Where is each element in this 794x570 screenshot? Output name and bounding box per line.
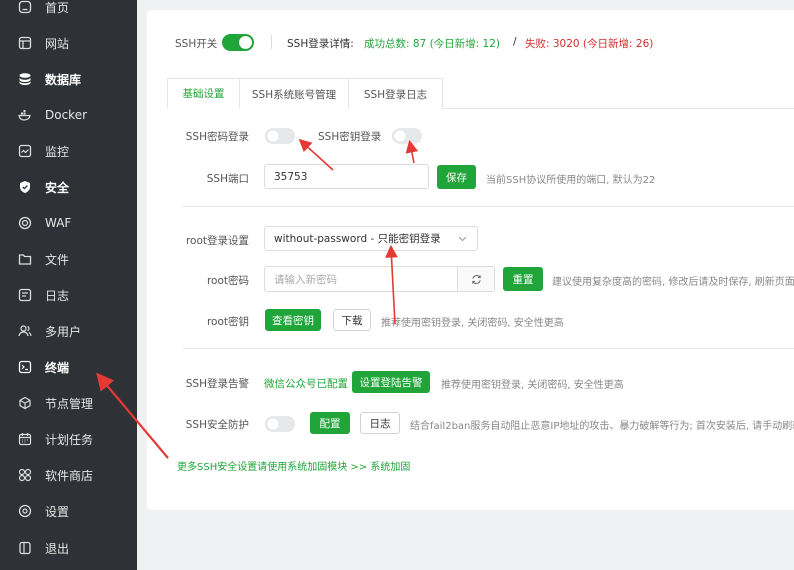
chevron-down-icon xyxy=(458,234,467,246)
root-password-input[interactable]: 请输入新密码 xyxy=(264,266,495,292)
sidebar-item-label: 数据库 xyxy=(45,72,82,87)
save-port-button[interactable]: 保存 xyxy=(437,165,476,189)
root-key-label: root密钥 xyxy=(206,316,249,328)
sidebar-item-label: 首页 xyxy=(45,0,70,15)
sidebar-item-settings[interactable]: 设置 xyxy=(0,493,137,529)
sidebar-item-security[interactable]: 安全 xyxy=(0,169,137,205)
password-login-toggle[interactable] xyxy=(265,128,295,144)
terminal-icon xyxy=(18,360,32,374)
sidebar-item-logout[interactable]: 退出 xyxy=(0,530,137,566)
set-login-alert-button[interactable]: 设置登陆告警 xyxy=(352,371,430,393)
login-fail-count: 失败: 3020 (今日新增: 26) xyxy=(525,38,654,50)
sidebar-item-logs[interactable]: 日志 xyxy=(0,277,137,313)
sidebar-item-label: 终端 xyxy=(45,360,70,375)
ssh-settings-panel: SSH开关 SSH登录详情: 成功总数: 87 (今日新增: 12) / 失败:… xyxy=(147,10,794,510)
log-icon xyxy=(18,288,32,302)
password-hint: 建议使用复杂度高的密码, 修改后请及时保存, 刷新页面 xyxy=(552,277,794,288)
ssh-switch-toggle[interactable] xyxy=(222,34,254,51)
ssh-switch-label: SSH开关 xyxy=(175,38,218,50)
sidebar-item-files[interactable]: 文件 xyxy=(0,241,137,277)
sidebar-item-docker[interactable]: Docker xyxy=(0,97,137,133)
sidebar-item-label: 设置 xyxy=(45,504,70,519)
root-login-select-value: without-password - 只能密钥登录 xyxy=(274,233,441,245)
root-login-select[interactable]: without-password - 只能密钥登录 xyxy=(264,226,478,251)
login-detail-label: SSH登录详情: xyxy=(287,38,354,50)
home-icon xyxy=(18,0,32,14)
port-value: 35753 xyxy=(274,170,308,183)
sidebar-item-label: 多用户 xyxy=(45,324,82,339)
sidebar-item-terminal[interactable]: 终端 xyxy=(0,349,137,385)
wechat-configured-link[interactable]: 微信公众号已配置 xyxy=(264,376,348,391)
sidebar-item-users[interactable]: 多用户 xyxy=(0,313,137,349)
view-key-button[interactable]: 查看密钥 xyxy=(265,309,321,331)
key-hint: 推荐使用密钥登录, 关闭密码, 安全性更高 xyxy=(381,318,564,329)
sidebar-item-label: 软件商店 xyxy=(45,468,94,483)
header-divider xyxy=(271,35,272,49)
root-password-placeholder: 请输入新密码 xyxy=(274,273,337,286)
ssh-protection-toggle[interactable] xyxy=(265,416,295,432)
sidebar-item-nodes[interactable]: 节点管理 xyxy=(0,385,137,421)
calendar-icon xyxy=(18,432,32,446)
website-icon xyxy=(18,36,32,50)
sidebar-item-label: 安全 xyxy=(45,180,70,195)
node-icon xyxy=(18,396,32,410)
tab-ssh-login-log[interactable]: SSH登录日志 xyxy=(348,78,443,109)
monitor-icon xyxy=(18,144,32,158)
gear-icon xyxy=(18,504,32,518)
protection-log-button[interactable]: 日志 xyxy=(360,412,400,434)
port-label: SSH端口 xyxy=(206,173,249,185)
stat-separator: / xyxy=(513,36,517,48)
reset-password-button[interactable]: 重置 xyxy=(503,267,543,291)
sidebar-item-home[interactable]: 首页 xyxy=(0,0,137,25)
sidebar-item-label: WAF xyxy=(45,216,72,230)
sidebar: 首页 网站 数据库 Docker 监控 安全 WAF 文件 日志 多用户 终端 xyxy=(0,0,137,570)
waf-icon xyxy=(18,216,32,230)
protection-hint: 结合fail2ban服务自动阻止恶意IP地址的攻击、暴力破解等行为; 首次安装后… xyxy=(410,421,794,432)
store-icon xyxy=(18,468,32,482)
key-login-label: SSH密钥登录 xyxy=(318,131,382,143)
sidebar-item-label: Docker xyxy=(45,108,88,122)
database-icon xyxy=(18,72,32,86)
footer-text: 更多SSH安全设置请使用系统加固模块 >> xyxy=(177,462,371,473)
download-key-button[interactable]: 下载 xyxy=(333,309,371,331)
sidebar-item-label: 节点管理 xyxy=(45,396,94,411)
sidebar-item-cron[interactable]: 计划任务 xyxy=(0,421,137,457)
protection-config-button[interactable]: 配置 xyxy=(310,412,350,434)
section-divider xyxy=(183,348,794,349)
password-login-label: SSH密码登录 xyxy=(185,131,249,143)
refresh-icon[interactable] xyxy=(457,267,494,291)
ssh-protection-label: SSH安全防护 xyxy=(185,419,249,431)
alert-hint: 推荐使用密钥登录, 关闭密码, 安全性更高 xyxy=(441,380,624,391)
ssh-alert-label: SSH登录告警 xyxy=(185,378,249,390)
sidebar-item-waf[interactable]: WAF xyxy=(0,205,137,241)
tab-ssh-accounts[interactable]: SSH系统账号管理 xyxy=(239,78,349,109)
sidebar-item-label: 退出 xyxy=(45,541,70,556)
root-password-label: root密码 xyxy=(206,275,249,287)
sidebar-item-label: 日志 xyxy=(45,288,70,303)
sidebar-item-label: 监控 xyxy=(45,144,70,159)
logout-icon xyxy=(18,541,32,555)
tab-basic-settings[interactable]: 基础设置 xyxy=(167,78,240,109)
sidebar-item-database[interactable]: 数据库 xyxy=(0,61,137,97)
sidebar-item-label: 计划任务 xyxy=(45,432,94,447)
folder-icon xyxy=(18,252,32,266)
port-input[interactable]: 35753 xyxy=(264,164,429,189)
footer-note: 更多SSH安全设置请使用系统加固模块 >> 系统加固 xyxy=(177,458,410,473)
section-divider xyxy=(183,206,794,207)
sidebar-item-label: 网站 xyxy=(45,36,70,51)
sidebar-item-monitor[interactable]: 监控 xyxy=(0,133,137,169)
system-hardening-link[interactable]: 系统加固 xyxy=(370,462,410,473)
login-success-count: 成功总数: 87 (今日新增: 12) xyxy=(364,38,501,50)
users-icon xyxy=(18,324,32,338)
shield-icon xyxy=(18,180,32,194)
key-login-toggle[interactable] xyxy=(392,128,422,144)
docker-icon xyxy=(18,108,32,122)
sidebar-item-website[interactable]: 网站 xyxy=(0,25,137,61)
port-hint: 当前SSH协议所使用的端口, 默认为22 xyxy=(486,175,656,186)
sidebar-item-label: 文件 xyxy=(45,252,70,267)
root-login-setting-label: root登录设置 xyxy=(185,235,249,247)
sidebar-item-store[interactable]: 软件商店 xyxy=(0,457,137,493)
